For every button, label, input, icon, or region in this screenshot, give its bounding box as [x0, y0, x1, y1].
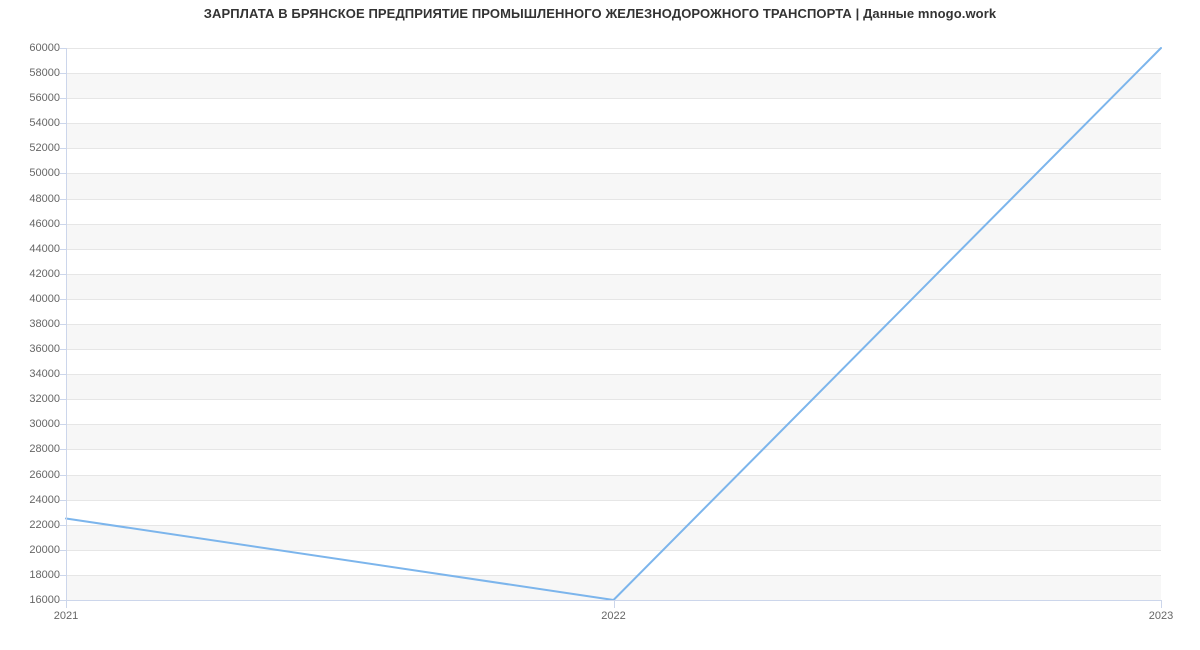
y-tick-label: 36000 — [4, 343, 60, 355]
y-tick-label: 28000 — [4, 443, 60, 455]
y-tick-label: 24000 — [4, 494, 60, 506]
y-tick-label: 32000 — [4, 393, 60, 405]
x-tick-label: 2022 — [601, 610, 625, 622]
line-chart: ЗАРПЛАТА В БРЯНСКОЕ ПРЕДПРИЯТИЕ ПРОМЫШЛЕ… — [0, 0, 1200, 650]
y-tick-label: 50000 — [4, 167, 60, 179]
x-tick-label: 2023 — [1149, 610, 1173, 622]
x-tick-mark — [614, 600, 615, 608]
y-axis — [66, 48, 67, 600]
y-tick-label: 20000 — [4, 544, 60, 556]
x-tick-label: 2021 — [54, 610, 78, 622]
y-tick-label: 30000 — [4, 418, 60, 430]
y-tick-label: 46000 — [4, 218, 60, 230]
x-tick-mark — [1161, 600, 1162, 608]
chart-title: ЗАРПЛАТА В БРЯНСКОЕ ПРЕДПРИЯТИЕ ПРОМЫШЛЕ… — [0, 6, 1200, 21]
salary-series-line — [66, 48, 1161, 600]
y-tick-label: 60000 — [4, 42, 60, 54]
y-tick-label: 54000 — [4, 117, 60, 129]
y-tick-label: 48000 — [4, 193, 60, 205]
y-tick-label: 58000 — [4, 67, 60, 79]
y-tick-label: 42000 — [4, 268, 60, 280]
y-tick-label: 26000 — [4, 469, 60, 481]
y-tick-label: 22000 — [4, 519, 60, 531]
y-tick-label: 56000 — [4, 92, 60, 104]
y-tick-label: 44000 — [4, 243, 60, 255]
y-tick-label: 38000 — [4, 318, 60, 330]
y-tick-label: 40000 — [4, 293, 60, 305]
plot-area — [66, 48, 1161, 600]
y-tick-label: 16000 — [4, 594, 60, 606]
y-tick-label: 52000 — [4, 142, 60, 154]
y-tick-label: 18000 — [4, 569, 60, 581]
series-layer — [66, 48, 1161, 600]
y-tick-label: 34000 — [4, 368, 60, 380]
x-tick-mark — [66, 600, 67, 608]
